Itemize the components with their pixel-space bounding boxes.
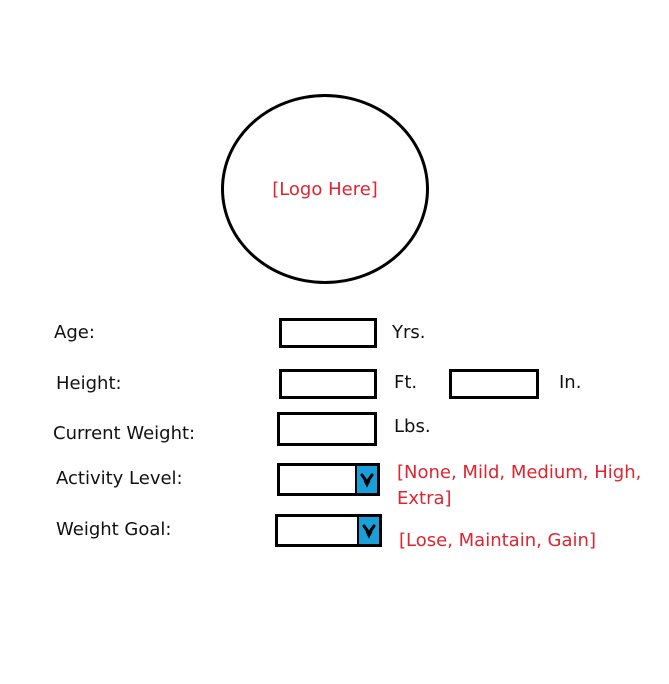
age-label: Age: <box>54 322 95 343</box>
age-input[interactable] <box>279 318 377 348</box>
height-inches-unit-label: In. <box>559 372 582 393</box>
current-weight-label: Current Weight: <box>53 423 196 444</box>
weight-goal-label: Weight Goal: <box>56 519 172 540</box>
logo-placeholder-text: [Logo Here] <box>272 179 378 200</box>
height-inches-input[interactable] <box>449 369 539 399</box>
activity-level-label: Activity Level: <box>56 468 183 489</box>
height-feet-unit-label: Ft. <box>394 372 418 393</box>
activity-level-options-note: [None, Mild, Medium, High, Extra] <box>397 462 642 509</box>
activity-level-dropdown-toggle[interactable] <box>355 466 377 493</box>
age-unit-label: Yrs. <box>392 322 426 343</box>
weight-goal-options-note: [Lose, Maintain, Gain] <box>399 530 596 551</box>
height-feet-input[interactable] <box>279 369 377 399</box>
height-label: Height: <box>56 373 122 394</box>
activity-level-dropdown[interactable] <box>277 463 380 496</box>
logo-placeholder: [Logo Here] <box>221 94 429 284</box>
current-weight-unit-label: Lbs. <box>394 416 431 437</box>
weight-goal-dropdown-toggle[interactable] <box>357 517 379 544</box>
chevron-down-icon <box>360 473 374 488</box>
chevron-down-icon <box>362 524 376 539</box>
weight-goal-dropdown[interactable] <box>275 514 382 547</box>
current-weight-input[interactable] <box>277 412 377 446</box>
